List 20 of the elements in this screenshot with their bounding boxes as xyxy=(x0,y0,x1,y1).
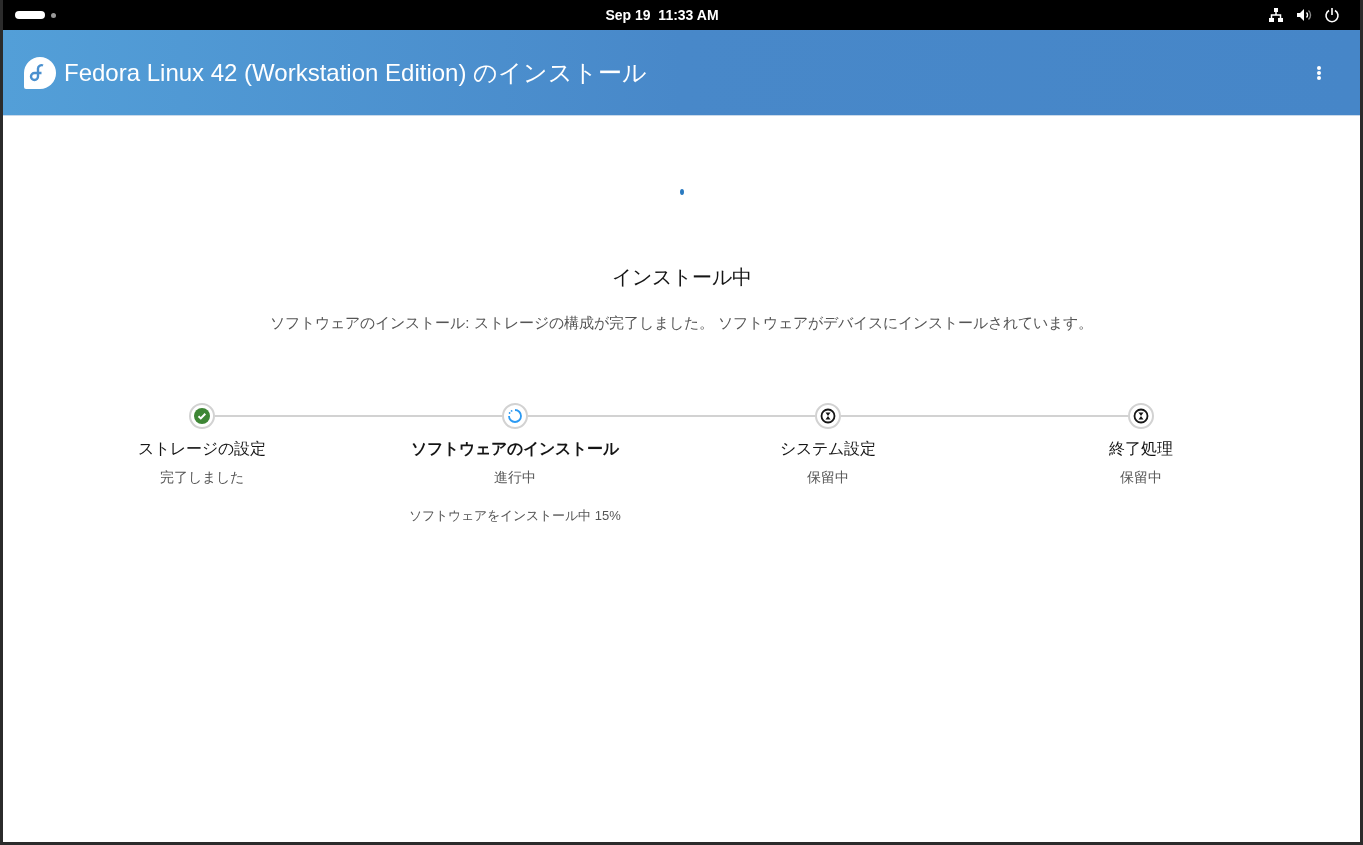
window-title: Fedora Linux 42 (Workstation Edition) のインストール xyxy=(64,57,649,88)
speaker-icon[interactable] xyxy=(1296,7,1312,23)
kebab-menu-icon[interactable] xyxy=(1316,64,1322,81)
power-icon[interactable] xyxy=(1324,7,1340,23)
logo-icon xyxy=(24,56,56,89)
step-title: 終了処理 xyxy=(1109,438,1173,459)
step-title: ストレージの設定 xyxy=(138,438,266,459)
install-description: ソフトウェアのインストール: ストレージの構成が完了しました。 ソフトウェアがデバイスにインストールされています。 xyxy=(270,313,1093,333)
step-title: ソフトウェアのインストール xyxy=(411,438,619,459)
step-status: 保留中 xyxy=(807,467,849,487)
step-detail: ソフトウェアをインストール中 15% xyxy=(409,506,621,525)
step-status: 保留中 xyxy=(1120,467,1162,487)
step-status: 進行中 xyxy=(494,467,536,487)
installing-heading: インストール中 xyxy=(611,265,752,290)
clock[interactable]: Sep 19 11:33 AM xyxy=(605,4,719,26)
network-icon[interactable] xyxy=(1268,7,1284,23)
activities-pill-icon[interactable] xyxy=(15,11,45,19)
step-status: 完了しました xyxy=(160,467,244,487)
step-title: システム設定 xyxy=(780,438,876,459)
loading-spinner-icon xyxy=(678,188,685,196)
